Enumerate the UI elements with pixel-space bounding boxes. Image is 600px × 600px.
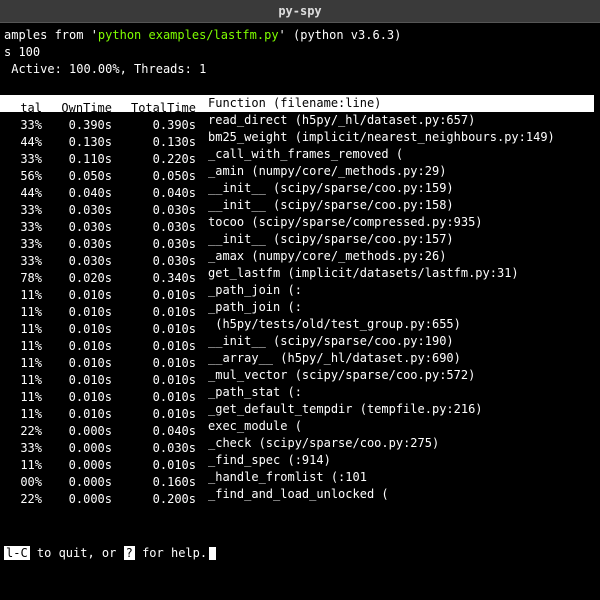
table-row: 33%0.030s0.030stocoo (scipy/sparse/compr… <box>0 214 594 231</box>
col-function: Function (filename:line) <box>196 95 381 112</box>
cell-function: exec_module ( <box>196 418 302 435</box>
table-row: 22%0.000s0.200s_find_and_load_unlocked ( <box>0 486 594 503</box>
table-row: 33%0.030s0.030s__init__ (scipy/sparse/co… <box>0 197 594 214</box>
table-row: 11%0.010s0.010s_mul_vector (scipy/sparse… <box>0 367 594 384</box>
cell-function: __init__ (scipy/sparse/coo.py:157) <box>196 231 454 248</box>
header-line-2: s 100 <box>0 44 594 61</box>
command-text: python examples/lastfm.py <box>98 28 279 42</box>
table-row: 33%0.030s0.030s_amax (numpy/core/_method… <box>0 248 594 265</box>
table-row: 11%0.010s0.010s_get_default_tempdir (tem… <box>0 401 594 418</box>
cell-function: _call_with_frames_removed ( <box>196 146 403 163</box>
table-row: 33%0.110s0.220s_call_with_frames_removed… <box>0 146 594 163</box>
cell-function: _path_stat (: <box>196 384 302 401</box>
help-key: ? <box>124 546 135 560</box>
cell-function: __init__ (scipy/sparse/coo.py:190) <box>196 333 454 350</box>
cell-function: _mul_vector (scipy/sparse/coo.py:572) <box>196 367 475 384</box>
data-rows: 33%0.390s0.390sread_direct (h5py/_hl/dat… <box>0 112 594 503</box>
blank-line <box>0 78 594 95</box>
table-row: 44%0.040s0.040s__init__ (scipy/sparse/co… <box>0 180 594 197</box>
cell-function: read_direct (h5py/_hl/dataset.py:657) <box>196 112 475 129</box>
table-row: 56%0.050s0.050s_amin (numpy/core/_method… <box>0 163 594 180</box>
header-line-3: Active: 100.00%, Threads: 1 <box>0 61 594 78</box>
window-titlebar: py-spy <box>0 0 600 23</box>
table-row: 33%0.390s0.390sread_direct (h5py/_hl/dat… <box>0 112 594 129</box>
cell-function: _path_join (: <box>196 299 302 316</box>
cell-owntime: 0.000s <box>42 491 112 508</box>
cell-function: _handle_fromlist (:101 <box>196 469 367 486</box>
table-row: 11%0.010s0.010s__array__ (h5py/_hl/datas… <box>0 350 594 367</box>
table-row: 11%0.010s0.010s_path_stat (: <box>0 384 594 401</box>
table-row: 11%0.010s0.010s (h5py/tests/old/test_gro… <box>0 316 594 333</box>
table-row: 33%0.000s0.030s_check (scipy/sparse/coo.… <box>0 435 594 452</box>
cursor-icon <box>209 547 216 560</box>
cell-function: _amax (numpy/core/_methods.py:26) <box>196 248 446 265</box>
cell-function: _get_default_tempdir (tempfile.py:216) <box>196 401 483 418</box>
table-row: 22%0.000s0.040sexec_module ( <box>0 418 594 435</box>
cell-function: bm25_weight (implicit/nearest_neighbours… <box>196 129 555 146</box>
footer-help: l-C to quit, or ? for help. <box>4 546 216 560</box>
table-row: 11%0.000s0.010s_find_spec (:914) <box>0 452 594 469</box>
cell-function: _find_and_load_unlocked ( <box>196 486 389 503</box>
cell-function: get_lastfm (implicit/datasets/lastfm.py:… <box>196 265 519 282</box>
table-row: 00%0.000s0.160s_handle_fromlist (:101 <box>0 469 594 486</box>
table-row: 44%0.130s0.130sbm25_weight (implicit/nea… <box>0 129 594 146</box>
window-title: py-spy <box>278 4 321 18</box>
column-headers: talOwnTimeTotalTimeFunction (filename:li… <box>0 95 594 112</box>
cell-function: __init__ (scipy/sparse/coo.py:158) <box>196 197 454 214</box>
cell-function: __array__ (h5py/_hl/dataset.py:690) <box>196 350 461 367</box>
cell-function: _find_spec (:914) <box>196 452 331 469</box>
quit-key: l-C <box>4 546 30 560</box>
table-row: 11%0.010s0.010s_path_join (: <box>0 299 594 316</box>
table-row: 78%0.020s0.340sget_lastfm (implicit/data… <box>0 265 594 282</box>
table-row: 33%0.030s0.030s__init__ (scipy/sparse/co… <box>0 231 594 248</box>
cell-function: __init__ (scipy/sparse/coo.py:159) <box>196 180 454 197</box>
cell-function: tocoo (scipy/sparse/compressed.py:935) <box>196 214 483 231</box>
header-line-1: amples from 'python examples/lastfm.py' … <box>0 27 594 44</box>
cell-function: _path_join (: <box>196 282 302 299</box>
terminal-output: amples from 'python examples/lastfm.py' … <box>0 23 600 507</box>
cell-function: _check (scipy/sparse/coo.py:275) <box>196 435 439 452</box>
cell-function: _amin (numpy/core/_methods.py:29) <box>196 163 446 180</box>
table-row: 11%0.010s0.010s_path_join (: <box>0 282 594 299</box>
cell-tal: 22% <box>4 491 42 508</box>
cell-function: (h5py/tests/old/test_group.py:655) <box>196 316 461 333</box>
cell-totaltime: 0.200s <box>112 491 196 508</box>
table-row: 11%0.010s0.010s__init__ (scipy/sparse/co… <box>0 333 594 350</box>
